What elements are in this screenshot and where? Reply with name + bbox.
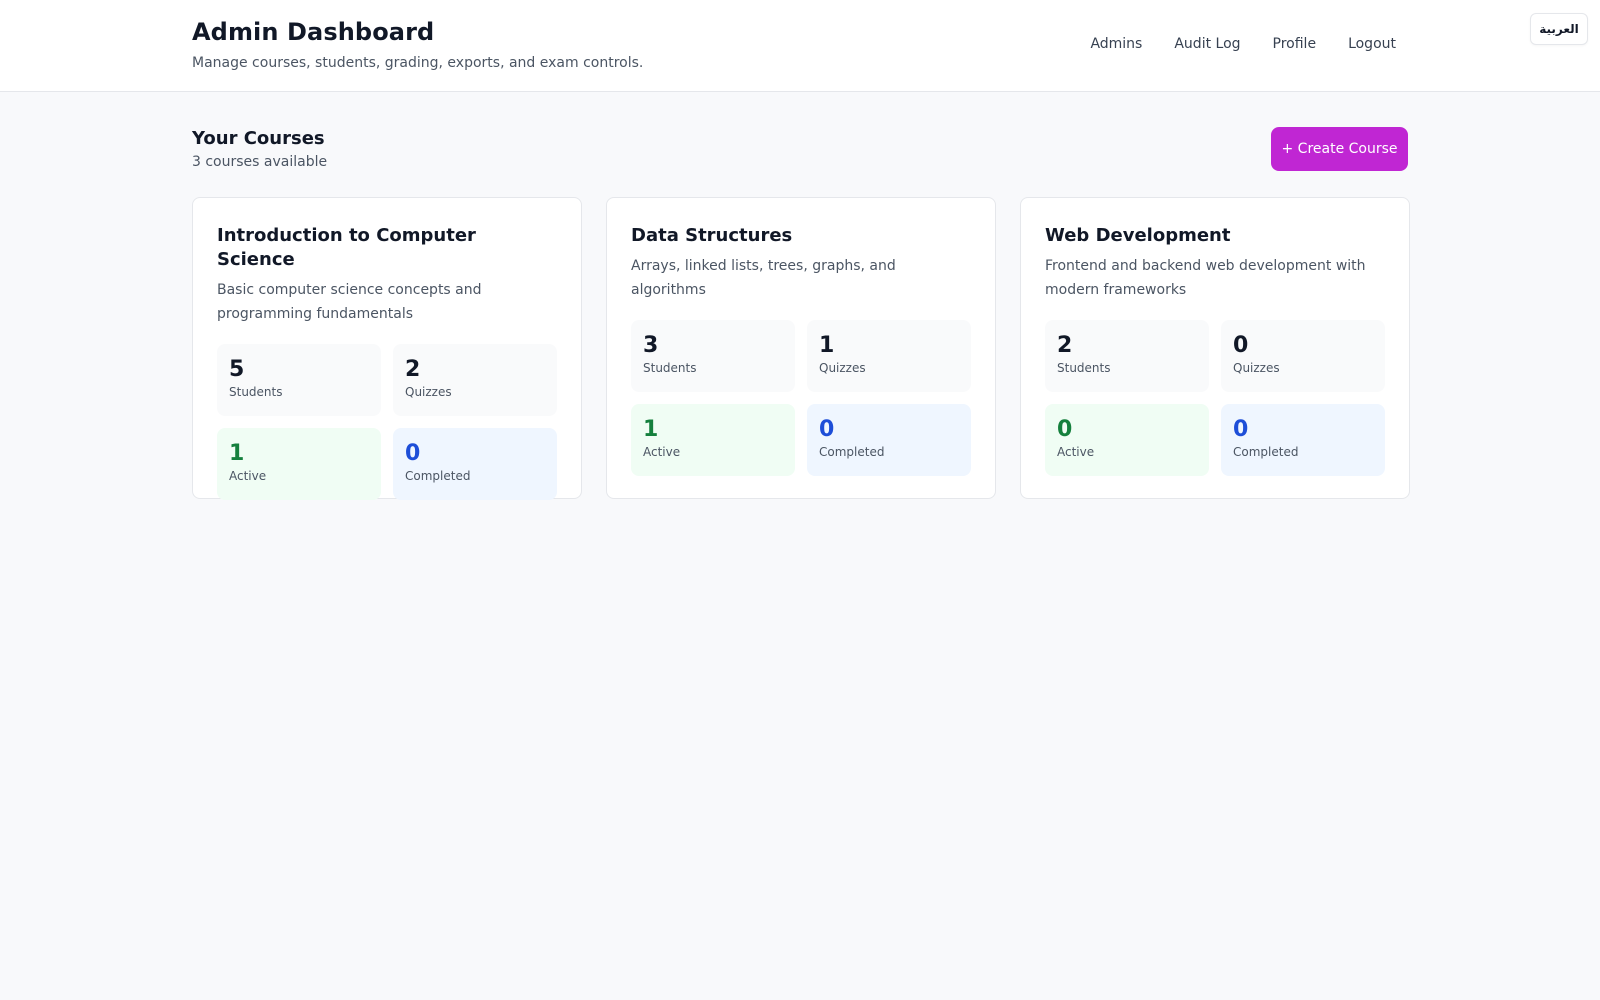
nav-logout-link[interactable]: Logout <box>1348 36 1396 52</box>
quizzes-count: 1 <box>819 333 835 358</box>
course-title: Introduction to Computer Science <box>217 225 476 270</box>
course-description: Arrays, linked lists, trees, graphs, and… <box>631 258 896 298</box>
course-title: Web Development <box>1045 225 1231 246</box>
quizzes-stat: 2 Quizzes <box>393 344 557 416</box>
students-count: 5 <box>229 357 245 382</box>
quizzes-stat: 1 Quizzes <box>807 320 971 392</box>
course-card-web-development[interactable]: Web Development Frontend and backend web… <box>1020 197 1410 499</box>
students-label: Students <box>643 361 697 375</box>
quizzes-label: Quizzes <box>819 361 866 375</box>
course-card-intro-cs[interactable]: Introduction to Computer Science Basic c… <box>192 197 582 500</box>
quizzes-count: 2 <box>405 357 421 382</box>
top-header: Admin Dashboard Manage courses, students… <box>0 0 1600 92</box>
students-stat: 3 Students <box>631 320 795 392</box>
course-stats: 5 Students 2 Quizzes 1 Active 0 Complete… <box>217 344 557 500</box>
completed-count: 0 <box>1233 417 1249 442</box>
page-title: Admin Dashboard <box>192 18 435 46</box>
students-label: Students <box>229 385 283 399</box>
nav-audit-log-link[interactable]: Audit Log <box>1174 36 1240 52</box>
completed-count: 0 <box>405 441 421 466</box>
active-label: Active <box>643 445 681 459</box>
course-stats: 3 Students 1 Quizzes 1 Active 0 Complete… <box>631 320 971 476</box>
completed-stat: 0 Completed <box>807 404 971 476</box>
active-label: Active <box>1057 445 1095 459</box>
completed-stat: 0 Completed <box>393 428 557 500</box>
courses-count: 3 courses available <box>192 154 328 170</box>
students-stat: 5 Students <box>217 344 381 416</box>
active-stat: 0 Active <box>1045 404 1209 476</box>
create-course-button[interactable]: + Create Course <box>1271 127 1408 171</box>
completed-count: 0 <box>819 417 835 442</box>
students-count: 2 <box>1057 333 1073 358</box>
courses-section-title: Your Courses <box>192 128 325 149</box>
nav-admins-link[interactable]: Admins <box>1090 36 1142 52</box>
completed-stat: 0 Completed <box>1221 404 1385 476</box>
completed-label: Completed <box>405 469 471 483</box>
active-label: Active <box>229 469 267 483</box>
language-toggle-button[interactable]: العربية <box>1530 13 1588 45</box>
course-card-data-structures[interactable]: Data Structures Arrays, linked lists, tr… <box>606 197 996 499</box>
quizzes-count: 0 <box>1233 333 1249 358</box>
students-label: Students <box>1057 361 1111 375</box>
course-description: Frontend and backend web development wit… <box>1045 258 1366 298</box>
active-stat: 1 Active <box>631 404 795 476</box>
active-count: 1 <box>229 441 245 466</box>
active-count: 1 <box>643 417 659 442</box>
main-nav: Admins Audit Log Profile Logout <box>1090 36 1396 52</box>
students-stat: 2 Students <box>1045 320 1209 392</box>
quizzes-label: Quizzes <box>405 385 452 399</box>
nav-profile-link[interactable]: Profile <box>1273 36 1317 52</box>
course-description: Basic computer science concepts and prog… <box>217 282 482 322</box>
quizzes-label: Quizzes <box>1233 361 1280 375</box>
active-count: 0 <box>1057 417 1073 442</box>
course-title: Data Structures <box>631 225 793 246</box>
completed-label: Completed <box>1233 445 1299 459</box>
students-count: 3 <box>643 333 659 358</box>
course-stats: 2 Students 0 Quizzes 0 Active 0 Complete… <box>1045 320 1385 476</box>
page-subtitle: Manage courses, students, grading, expor… <box>192 55 644 71</box>
completed-label: Completed <box>819 445 885 459</box>
quizzes-stat: 0 Quizzes <box>1221 320 1385 392</box>
active-stat: 1 Active <box>217 428 381 500</box>
